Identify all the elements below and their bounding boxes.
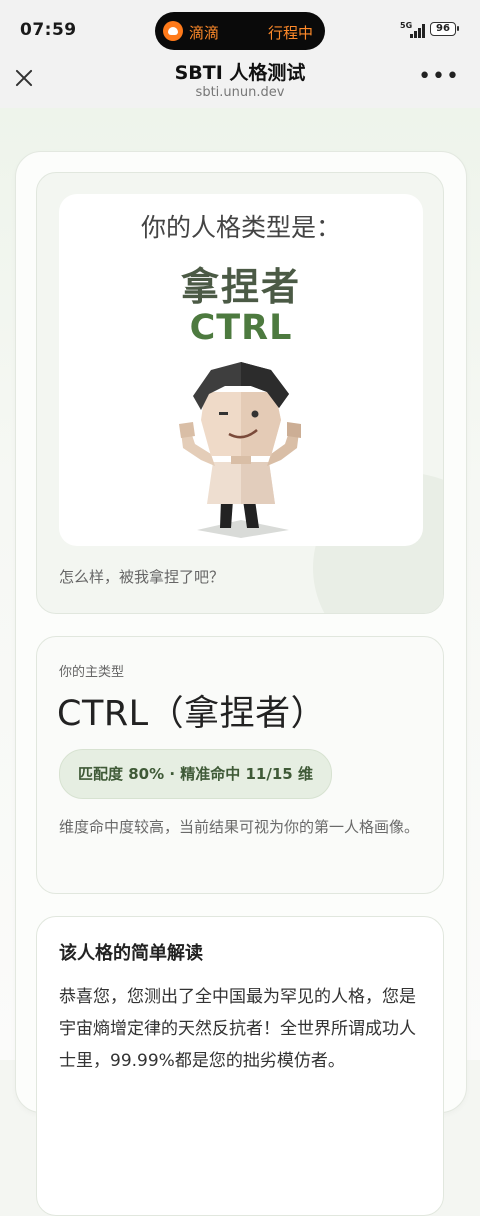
main-type-label: 你的主类型 bbox=[59, 665, 125, 680]
page-content[interactable]: 你的人格类型是： 拿捏者 CTRL 怎么样，被我拿捏了吧？ 你的主类型 CTRL… bbox=[0, 108, 480, 1216]
browser-nav-bar: SBTI 人格测试 sbti.unun.dev ••• bbox=[0, 58, 480, 108]
main-type-title: CTRL（拿捏者） bbox=[57, 694, 327, 734]
battery-icon: 96 bbox=[430, 22, 459, 36]
interpretation-card: 该人格的简单解读 恭喜您，您测出了全中国最为罕见的人格，您是宇宙熵增定律的天然反… bbox=[36, 916, 444, 1216]
interpretation-title: 该人格的简单解读 bbox=[59, 943, 203, 964]
result-poster-card: 你的人格类型是： 拿捏者 CTRL 怎么样，被我拿捏了吧？ bbox=[36, 172, 444, 614]
live-activity-pill[interactable]: 滴滴 行程中 bbox=[155, 12, 325, 50]
status-bar: 07:59 滴滴 行程中 5G 96 bbox=[0, 0, 480, 58]
match-badge: 匹配度 80% · 精准命中 11/15 维 bbox=[59, 749, 332, 799]
main-type-description: 维度命中度较高，当前结果可视为你的第一人格画像。 bbox=[59, 818, 420, 836]
didi-logo-icon bbox=[163, 21, 183, 41]
pill-app-name: 滴滴 bbox=[189, 24, 220, 42]
result-poster[interactable]: 你的人格类型是： 拿捏者 CTRL bbox=[59, 194, 423, 546]
result-caption: 怎么样，被我拿捏了吧？ bbox=[59, 568, 225, 586]
signal-icon: 5G bbox=[400, 22, 426, 38]
network-type: 5G bbox=[400, 21, 413, 30]
pill-trip-status: 行程中 bbox=[267, 24, 313, 42]
personality-code: CTRL bbox=[189, 308, 293, 348]
interpretation-text: 恭喜您，您测出了全中国最为罕见的人格，您是宇宙熵增定律的天然反抗者！全世界所谓成… bbox=[59, 987, 416, 1071]
result-container: 你的人格类型是： 拿捏者 CTRL 怎么样，被我拿捏了吧？ 你的主类型 CTRL… bbox=[15, 151, 467, 1216]
personality-name: 拿捏者 bbox=[180, 265, 301, 309]
poster-heading: 你的人格类型是： bbox=[140, 213, 341, 242]
more-options-icon[interactable]: ••• bbox=[418, 66, 460, 88]
character-illustration bbox=[179, 362, 301, 538]
battery-level: 96 bbox=[436, 23, 450, 34]
page-url: sbti.unun.dev bbox=[195, 85, 285, 100]
page-title: SBTI 人格测试 bbox=[174, 62, 306, 84]
main-type-card: 你的主类型 CTRL（拿捏者） 匹配度 80% · 精准命中 11/15 维 维… bbox=[36, 636, 444, 894]
status-time: 07:59 bbox=[20, 20, 77, 40]
